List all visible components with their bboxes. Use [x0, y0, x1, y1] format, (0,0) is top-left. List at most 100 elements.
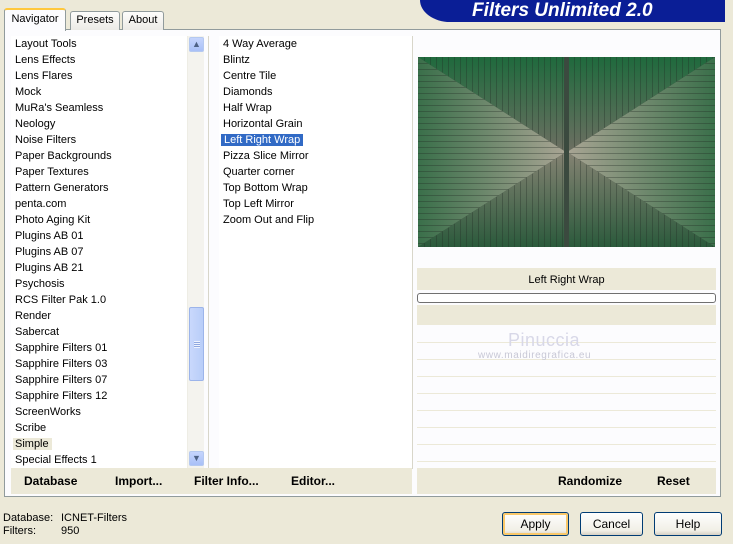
category-item[interactable]: Scribe: [11, 420, 187, 436]
status-filters-label: Filters:: [3, 525, 36, 537]
filter-item[interactable]: Pizza Slice Mirror: [219, 148, 412, 164]
database-button[interactable]: Database: [24, 474, 77, 488]
category-item[interactable]: Psychosis: [11, 276, 187, 292]
filter-list[interactable]: 4 Way Average Blintz Centre Tile Diamonds Ha…: [219, 36, 412, 469]
filter-item[interactable]: 4 Way Average: [219, 36, 412, 52]
category-list[interactable]: Layout Tools Lens Effects Lens Flares Mock M…: [11, 36, 187, 469]
status-database: Database: ICNET-Filters: [3, 512, 127, 525]
category-item-label: Paper Textures: [15, 166, 89, 178]
editor-button[interactable]: Editor...: [291, 474, 335, 488]
list-divider: [208, 36, 209, 469]
category-item[interactable]: Lens Effects: [11, 52, 187, 68]
category-item[interactable]: Noise Filters: [11, 132, 187, 148]
category-item[interactable]: Pattern Generators: [11, 180, 187, 196]
banner-title: Filters Unlimited 2.0: [472, 0, 653, 21]
category-item[interactable]: MuRa's Seamless: [11, 100, 187, 116]
category-item-label: MuRa's Seamless: [15, 102, 104, 114]
filter-item-label: Blintz: [223, 54, 250, 66]
parameter-header-strip: [417, 305, 716, 325]
category-item-label: Sabercat: [15, 326, 60, 338]
category-item[interactable]: Paper Backgrounds: [11, 148, 187, 164]
filter-item-label: Left Right Wrap: [221, 134, 304, 146]
filter-item[interactable]: Zoom Out and Flip: [219, 212, 412, 228]
help-button[interactable]: Help: [654, 512, 722, 536]
category-item-label: ScreenWorks: [15, 406, 81, 418]
preview-divider: [412, 36, 413, 469]
category-item-label: Neology: [15, 118, 56, 130]
category-item[interactable]: Sapphire Filters 01: [11, 340, 187, 356]
scroll-up-button[interactable]: ▲: [189, 37, 204, 52]
apply-button[interactable]: Apply: [502, 512, 569, 536]
category-item-label: Render: [15, 310, 52, 322]
filter-item[interactable]: Centre Tile: [219, 68, 412, 84]
filter-item-label: Quarter corner: [223, 166, 295, 178]
category-item[interactable]: Sabercat: [11, 324, 187, 340]
status-filters-value: 950: [61, 525, 80, 537]
watermark-name: Pinuccia: [508, 330, 581, 350]
category-item[interactable]: penta.com: [11, 196, 187, 212]
filter-item[interactable]: Top Bottom Wrap: [219, 180, 412, 196]
category-item[interactable]: Mock: [11, 84, 187, 100]
filter-item[interactable]: Horizontal Grain: [219, 116, 412, 132]
category-item[interactable]: Special Effects 1: [11, 452, 187, 468]
category-scrollbar[interactable]: ▲ ▼: [187, 36, 204, 469]
category-item-label: Sapphire Filters 12: [15, 390, 108, 402]
category-item[interactable]: Sapphire Filters 07: [11, 372, 187, 388]
filter-item-label: Zoom Out and Flip: [223, 214, 315, 226]
cancel-button[interactable]: Cancel: [580, 512, 643, 536]
filter-item-label: Top Left Mirror: [223, 198, 294, 210]
tab-about[interactable]: About: [122, 11, 164, 30]
category-item[interactable]: Sapphire Filters 12: [11, 388, 187, 404]
filter-item[interactable]: Top Left Mirror: [219, 196, 412, 212]
category-item[interactable]: ScreenWorks: [11, 404, 187, 420]
scroll-down-button[interactable]: ▼: [189, 451, 204, 466]
reset-button[interactable]: Reset: [657, 474, 690, 488]
filter-item[interactable]: Left Right Wrap: [219, 132, 412, 148]
category-item[interactable]: Plugins AB 07: [11, 244, 187, 260]
window-edge: [725, 0, 733, 544]
category-item-label: penta.com: [15, 198, 67, 210]
import-button[interactable]: Import...: [115, 474, 162, 488]
category-item[interactable]: Render: [11, 308, 187, 324]
filter-item-label: Top Bottom Wrap: [223, 182, 308, 194]
filter-item[interactable]: Diamonds: [219, 84, 412, 100]
category-item[interactable]: Plugins AB 01: [11, 228, 187, 244]
category-item-label: Pattern Generators: [15, 182, 109, 194]
category-item[interactable]: Neology: [11, 116, 187, 132]
filter-item[interactable]: Quarter corner: [219, 164, 412, 180]
category-item-label: Plugins AB 01: [15, 230, 84, 242]
category-item-label: Plugins AB 07: [15, 246, 84, 258]
filter-item[interactable]: Blintz: [219, 52, 412, 68]
category-item[interactable]: Simple: [11, 436, 187, 452]
watermark-url: www.maidiregrafica.eu: [478, 350, 592, 361]
filter-item-label: Half Wrap: [223, 102, 272, 114]
tab-navigator[interactable]: Navigator: [4, 8, 66, 31]
category-item[interactable]: Photo Aging Kit: [11, 212, 187, 228]
category-item-label: Psychosis: [15, 278, 65, 290]
category-item-label: Mock: [15, 86, 42, 98]
category-item[interactable]: Sapphire Filters 03: [11, 356, 187, 372]
category-item[interactable]: Layout Tools: [11, 36, 187, 52]
status-database-label: Database:: [3, 512, 54, 524]
filter-info-button[interactable]: Filter Info...: [194, 474, 259, 488]
filter-item-label: Pizza Slice Mirror: [223, 150, 309, 162]
filter-item-label: Horizontal Grain: [223, 118, 303, 130]
filter-name-label: Left Right Wrap: [528, 274, 605, 286]
status-database-value: ICNET-Filters: [61, 512, 127, 524]
category-item-label: Sapphire Filters 01: [15, 342, 108, 354]
filter-item[interactable]: Half Wrap: [219, 100, 412, 116]
filter-item-label: Centre Tile: [223, 70, 277, 82]
category-item[interactable]: Paper Textures: [11, 164, 187, 180]
scroll-thumb[interactable]: [189, 307, 204, 381]
randomize-button[interactable]: Randomize: [558, 474, 622, 488]
status-filters: Filters: 950: [3, 525, 79, 538]
category-item-label: Scribe: [15, 422, 47, 434]
category-item[interactable]: Lens Flares: [11, 68, 187, 84]
category-item-label: Photo Aging Kit: [15, 214, 91, 226]
tab-presets[interactable]: Presets: [70, 11, 120, 30]
scroll-grip-icon: [194, 341, 200, 348]
category-item-label: Paper Backgrounds: [15, 150, 112, 162]
category-item[interactable]: Plugins AB 21: [11, 260, 187, 276]
category-item[interactable]: RCS Filter Pak 1.0: [11, 292, 187, 308]
title-banner: Filters Unlimited 2.0: [420, 0, 733, 22]
